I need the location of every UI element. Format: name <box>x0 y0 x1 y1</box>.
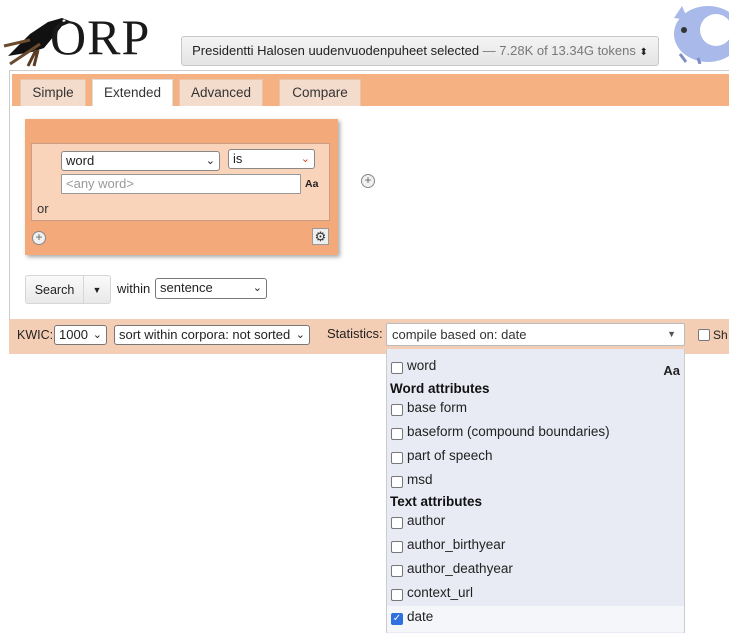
corpus-token-count: — 7.28K of 13.34G tokens <box>479 43 636 58</box>
attribute-select[interactable]: word ⌄ <box>61 151 220 171</box>
search-button[interactable]: Search <box>25 275 83 304</box>
gear-icon[interactable]: ⚙ <box>312 228 329 245</box>
corpus-chooser[interactable]: Presidentti Halosen uudenvuodenpuheet se… <box>181 36 659 66</box>
checkbox[interactable] <box>391 404 403 416</box>
list-item-word[interactable]: word Aa <box>387 355 684 379</box>
chevron-down-icon: ⌄ <box>205 155 215 167</box>
list-item[interactable]: author_birthyear <box>387 534 684 558</box>
tab-compare[interactable]: Compare <box>279 79 361 106</box>
list-item[interactable]: context_url <box>387 582 684 606</box>
korp-logo[interactable]: ORP <box>0 6 170 68</box>
option-label: date <box>407 609 434 624</box>
tab-extended[interactable]: Extended <box>92 79 173 106</box>
option-label: msd <box>407 472 433 487</box>
checkbox[interactable] <box>391 589 403 601</box>
statistics-select-value: compile based on: date <box>392 327 527 342</box>
list-item[interactable]: base form <box>387 397 684 421</box>
option-label: author_deathyear <box>407 561 513 576</box>
list-item[interactable]: author_deathyear <box>387 558 684 582</box>
within-select[interactable]: sentence ⌄ <box>155 278 267 299</box>
chevron-down-icon: ⌄ <box>295 329 305 341</box>
within-select-value: sentence <box>160 280 213 295</box>
search-dropdown-button[interactable]: ▼ <box>83 275 111 304</box>
chevron-down-icon: ⌄ <box>92 329 102 341</box>
case-sensitivity-toggle[interactable]: Aa <box>663 363 680 378</box>
group-heading-text-attributes: Text attributes <box>390 494 483 509</box>
chevron-down-icon: ⌄ <box>252 282 262 294</box>
tab-simple[interactable]: Simple <box>20 79 86 106</box>
option-label: word <box>407 358 437 373</box>
add-token-icon[interactable]: + <box>361 174 375 188</box>
chevron-updown-icon: ⬍ <box>639 47 648 58</box>
caret-down-icon: ▼ <box>667 329 676 339</box>
checkbox[interactable] <box>391 362 403 374</box>
case-sensitivity-toggle[interactable]: Aa <box>305 178 318 190</box>
kwic-hits-value: 1000 <box>59 327 88 342</box>
operator-select-value: is <box>233 151 243 166</box>
option-label: author_birthyear <box>407 537 506 552</box>
kwic-label: KWIC: <box>17 328 54 342</box>
list-item[interactable]: author <box>387 510 684 534</box>
word-value-input[interactable]: <any word> <box>61 174 301 194</box>
checkbox[interactable] <box>391 452 403 464</box>
option-label: context_url <box>407 585 474 600</box>
statistics-select[interactable]: compile based on: date ▼ <box>386 323 685 346</box>
option-label: baseform (compound boundaries) <box>407 424 610 439</box>
checkbox[interactable] <box>391 517 403 529</box>
checkbox[interactable] <box>391 428 403 440</box>
list-item-selected[interactable]: ✓ date <box>387 606 684 632</box>
tab-advanced[interactable]: Advanced <box>179 79 263 106</box>
chevron-down-icon: ⌄ <box>300 153 310 165</box>
show-label: Sh <box>713 328 728 342</box>
checkbox[interactable] <box>391 541 403 553</box>
list-item[interactable]: part of speech <box>387 445 684 469</box>
kwic-hits-select[interactable]: 1000 ⌄ <box>54 325 107 345</box>
option-label: author <box>407 513 446 528</box>
attribute-select-value: word <box>66 153 95 168</box>
show-checkbox[interactable] <box>698 329 710 341</box>
group-heading-word-attributes: Word attributes <box>390 381 490 396</box>
statistics-dropdown: word Aa Word attributes base form basefo… <box>386 349 685 633</box>
or-label[interactable]: or <box>37 201 49 216</box>
checkbox[interactable] <box>391 565 403 577</box>
sort-select[interactable]: sort within corpora: not sorted ⌄ <box>114 325 310 345</box>
mascot-image <box>674 6 729 64</box>
list-item[interactable]: msd <box>387 469 684 493</box>
statistics-label: Statistics: <box>327 326 383 341</box>
sort-select-value: sort within corpora: not sorted <box>119 327 291 342</box>
within-label: within <box>117 281 151 296</box>
logo-text: ORP <box>50 9 151 65</box>
option-label: base form <box>407 400 468 415</box>
list-item[interactable]: baseform (compound boundaries) <box>387 421 684 445</box>
corpus-name: Presidentti Halosen uudenvuodenpuheet se… <box>192 43 480 58</box>
option-label: part of speech <box>407 448 493 463</box>
checkbox[interactable] <box>391 476 403 488</box>
caret-down-icon: ▼ <box>92 285 102 295</box>
checkbox-checked[interactable]: ✓ <box>391 613 403 625</box>
operator-select[interactable]: is ⌄ <box>228 149 315 169</box>
add-or-icon[interactable]: + <box>32 231 46 245</box>
